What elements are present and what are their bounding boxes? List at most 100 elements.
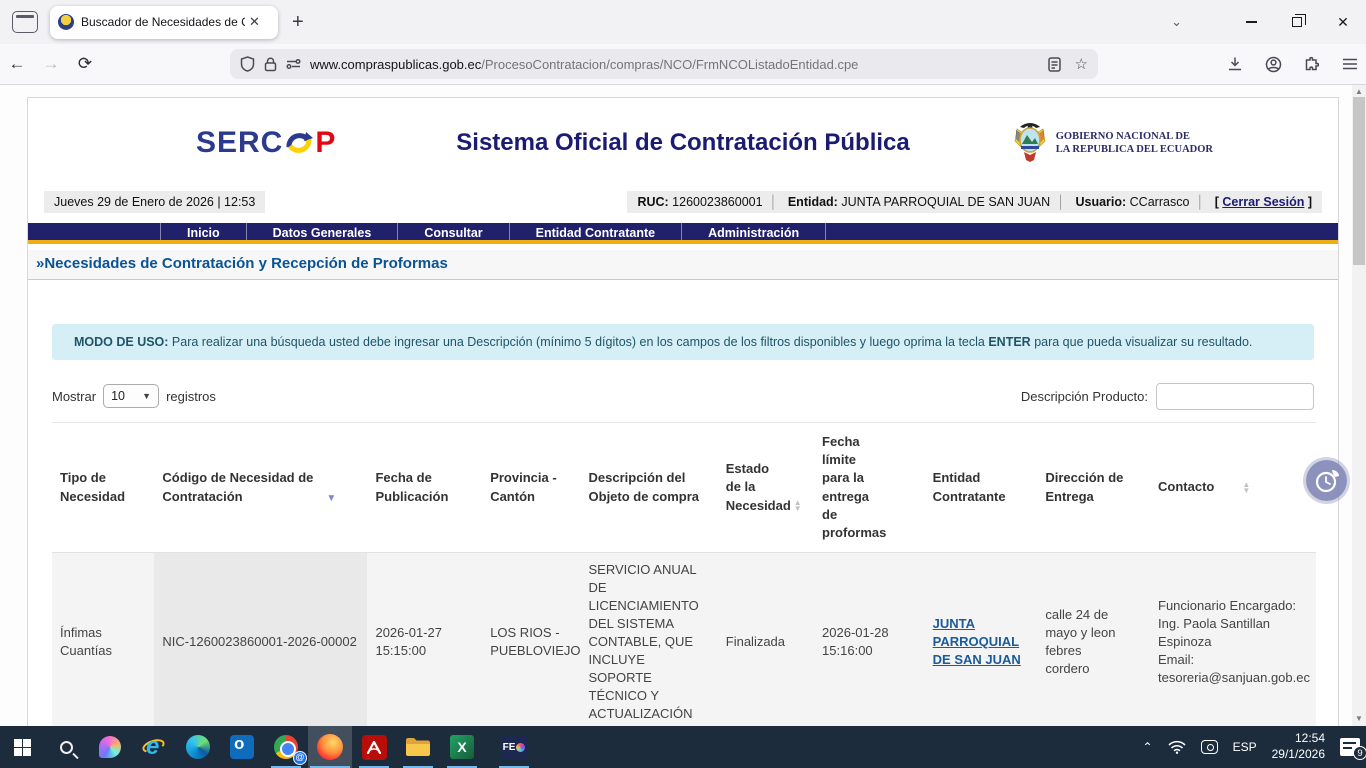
ruc-value: 1260023860001 <box>672 195 762 209</box>
taskbar-firefox-button[interactable] <box>308 726 352 768</box>
page-title: »Necesidades de Contratación y Recepción… <box>36 255 448 272</box>
table-header-row: Tipo de Necesidad Código de Necesidad de… <box>52 423 1316 553</box>
nav-item-datos-generales[interactable]: Datos Generales <box>246 223 398 240</box>
entity-link[interactable]: JUNTA PARROQUIAL DE SAN JUAN <box>933 615 1025 669</box>
windows-logo-icon <box>14 739 31 756</box>
taskbar-acrobat-button[interactable] <box>352 726 396 768</box>
shield-icon[interactable] <box>240 56 255 72</box>
col-direccion-entrega[interactable]: Dirección de Entrega <box>1037 423 1150 553</box>
notice-label: MODO DE USO: <box>74 335 168 349</box>
floating-clock-widget[interactable] <box>1306 460 1347 501</box>
cell-estado: Finalizada <box>718 553 814 726</box>
tray-date: 29/1/2026 <box>1272 747 1325 763</box>
forward-icon[interactable]: → <box>34 54 68 74</box>
col-fecha-publicacion[interactable]: Fecha de Publicación <box>367 423 482 553</box>
taskbar-chrome-button[interactable]: @ <box>264 726 308 768</box>
new-tab-button[interactable]: + <box>292 11 304 34</box>
account-icon[interactable] <box>1265 56 1282 73</box>
cell-tipo: Ínfimas Cuantías <box>52 553 154 726</box>
sort-desc-icon: ▼ <box>326 493 336 504</box>
entity-value: JUNTA PARROQUIAL DE SAN JUAN <box>841 195 1050 209</box>
reader-view-icon[interactable] <box>1048 57 1061 72</box>
current-datetime: Jueves 29 de Enero de 2026 | 12:53 <box>44 191 265 213</box>
wifi-icon[interactable] <box>1168 740 1186 754</box>
taskbar-fe-app-button[interactable]: FE <box>492 726 536 768</box>
col-codigo-necesidad[interactable]: Código de Necesidad de Contratación▼ <box>154 423 367 553</box>
logout-bracket-close: ] <box>1308 195 1312 209</box>
cell-provincia: LOS RIOS - PUEBLOVIEJO <box>482 553 580 726</box>
tab-title: Buscador de Necesidades de Co <box>81 15 245 29</box>
taskbar-excel-button[interactable]: X <box>440 726 484 768</box>
tray-clock[interactable]: 12:54 29/1/2026 <box>1272 731 1325 762</box>
session-info-row: Jueves 29 de Enero de 2026 | 12:53 RUC: … <box>28 188 1338 215</box>
cell-fecha-limite: 2026-01-28 15:16:00 <box>814 553 925 726</box>
nav-item-entidad-contratante[interactable]: Entidad Contratante <box>509 223 681 240</box>
back-icon[interactable]: ← <box>0 54 34 74</box>
notice-text-2: para que pueda visualizar su resultado. <box>1031 335 1253 349</box>
browser-tab[interactable]: Buscador de Necesidades de Co ✕ <box>50 6 278 39</box>
window-minimize-button[interactable] <box>1228 0 1274 44</box>
col-contacto[interactable]: Contacto▲▼ <box>1150 423 1316 553</box>
tab-close-icon[interactable]: ✕ <box>249 14 260 30</box>
logout-link[interactable]: Cerrar Sesión <box>1222 195 1304 209</box>
firefox-view-icon[interactable] <box>12 11 38 33</box>
tray-show-hidden-icon[interactable]: ⌃ <box>1143 740 1153 754</box>
sercop-logo-text-right: P <box>315 126 336 160</box>
col-entidad-contratante[interactable]: Entidad Contratante <box>925 423 1038 553</box>
col-provincia-canton[interactable]: Provincia - Cantón <box>482 423 580 553</box>
reload-icon[interactable]: ⟳ <box>68 54 102 74</box>
col-descripcion-objeto[interactable]: Descripción del Objeto de compra <box>581 423 718 553</box>
nav-item-administracion[interactable]: Administración <box>681 223 826 240</box>
url-domain: www.compraspublicas.gob.ec <box>310 57 481 72</box>
excel-icon: X <box>450 735 474 759</box>
menu-hamburger-icon[interactable] <box>1342 57 1358 71</box>
language-indicator[interactable]: ESP <box>1233 740 1257 754</box>
nav-item-consultar[interactable]: Consultar <box>397 223 508 240</box>
taskbar-internet-explorer-button[interactable]: e <box>132 726 176 768</box>
taskbar-file-explorer-button[interactable] <box>396 726 440 768</box>
show-entries-select[interactable]: 10 ▼ <box>103 384 159 408</box>
list-all-tabs-icon[interactable]: ⌄ <box>1171 14 1182 30</box>
notification-center-icon[interactable]: 9 <box>1340 738 1360 756</box>
screen-capture-icon[interactable] <box>1201 740 1218 754</box>
col-tipo-necesidad[interactable]: Tipo de Necesidad <box>52 423 154 553</box>
sort-both-icon: ▲▼ <box>1242 482 1250 494</box>
bookmark-star-icon[interactable]: ☆ <box>1075 55 1088 73</box>
url-text: www.compraspublicas.gob.ec/ProcesoContra… <box>310 57 1042 72</box>
fe-app-icon: FE <box>502 735 527 760</box>
cell-fecha-publicacion: 2026-01-27 15:15:00 <box>367 553 482 726</box>
cell-codigo: NIC-1260023860001-2026-00002 <box>154 553 367 726</box>
scroll-down-icon[interactable]: ▼ <box>1352 712 1366 726</box>
windows-taskbar: e @ X FE ⌃ ESP 12:54 29/1/2026 <box>0 726 1366 768</box>
taskbar-edge-button[interactable] <box>176 726 220 768</box>
col-fecha-limite[interactable]: Fecha límite para la entrega de proforma… <box>814 423 925 553</box>
taskbar-outlook-button[interactable] <box>220 726 264 768</box>
window-close-button[interactable]: ✕ <box>1320 0 1366 44</box>
window-restore-button[interactable] <box>1274 0 1320 44</box>
url-bar[interactable]: www.compraspublicas.gob.ec/ProcesoContra… <box>230 49 1098 79</box>
gov-text-line1: GOBIERNO NACIONAL DE <box>1056 130 1213 143</box>
file-explorer-icon <box>405 736 431 758</box>
table-controls: Mostrar 10 ▼ registros Descripción Produ… <box>52 382 1314 410</box>
url-path: /ProcesoContratacion/compras/NCO/FrmNCOL… <box>481 57 858 72</box>
tray-time: 12:54 <box>1272 731 1325 747</box>
chevron-down-icon: ▼ <box>142 391 151 401</box>
product-filter-input[interactable] <box>1156 383 1314 410</box>
page-scrollbar[interactable]: ▲ ▼ <box>1352 85 1366 726</box>
permissions-icon[interactable] <box>286 58 301 70</box>
lock-icon[interactable] <box>264 57 277 72</box>
notice-enter-key: ENTER <box>988 335 1030 349</box>
downloads-icon[interactable] <box>1227 56 1243 72</box>
show-entries-value: 10 <box>111 389 125 403</box>
start-button[interactable] <box>0 726 44 768</box>
taskbar-search-button[interactable] <box>44 726 88 768</box>
nav-item-inicio[interactable]: Inicio <box>160 223 246 240</box>
col-estado-necesidad[interactable]: Estado de la Necesidad▲▼ <box>718 423 814 553</box>
copilot-icon <box>99 736 121 758</box>
scrollbar-thumb[interactable] <box>1353 97 1365 265</box>
logout-bracket-open: [ <box>1215 195 1219 209</box>
clock-rocket-icon <box>1312 466 1342 496</box>
extensions-icon[interactable] <box>1304 56 1320 72</box>
taskbar-copilot-button[interactable] <box>88 726 132 768</box>
sort-both-icon: ▲▼ <box>794 500 802 512</box>
